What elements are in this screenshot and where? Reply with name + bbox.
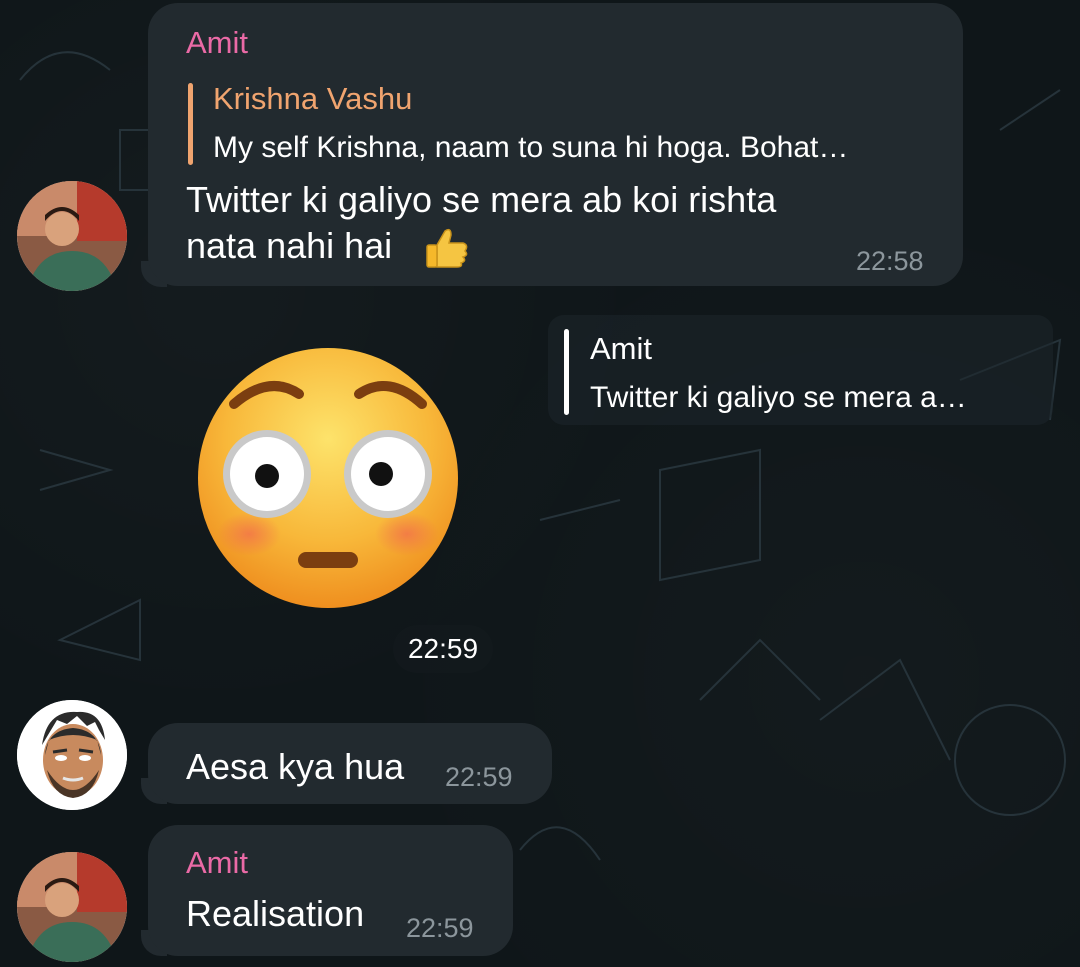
avatar[interactable] bbox=[17, 852, 127, 962]
reply-quote-name[interactable]: Krishna Vashu bbox=[213, 81, 412, 117]
amit-avatar-photo bbox=[17, 852, 127, 962]
bitmoji-avatar bbox=[17, 700, 127, 810]
avatar[interactable] bbox=[17, 181, 127, 291]
message-bubble[interactable]: Amit Realisation 22:59 bbox=[148, 825, 513, 956]
reply-quote-bar bbox=[188, 83, 193, 165]
message-bubble[interactable]: Aesa kya hua 22:59 bbox=[148, 723, 552, 804]
thumbs-up-icon bbox=[426, 228, 468, 268]
reply-preview[interactable]: Amit Twitter ki galiyo se mera a… bbox=[548, 315, 1053, 425]
sender-name[interactable]: Amit bbox=[186, 845, 248, 881]
message-text: Aesa kya hua bbox=[186, 746, 405, 787]
amit-avatar-photo bbox=[17, 181, 127, 291]
message-text-line: nata nahi hai bbox=[186, 225, 393, 266]
reply-quote-name[interactable]: Amit bbox=[590, 331, 652, 367]
message-bubble[interactable]: Amit Krishna Vashu My self Krishna, naam… bbox=[148, 3, 963, 286]
message-text-line: Twitter ki galiyo se mera ab koi rishta bbox=[186, 179, 777, 220]
reply-quote-bar bbox=[564, 329, 569, 415]
avatar[interactable] bbox=[17, 700, 127, 810]
message-time: 22:59 bbox=[445, 762, 513, 792]
message-time: 22:59 bbox=[406, 913, 474, 943]
message-time: 22:58 bbox=[856, 246, 924, 276]
chat-view[interactable]: Amit Krishna Vashu My self Krishna, naam… bbox=[0, 0, 1080, 967]
flushed-face-icon[interactable] bbox=[194, 344, 462, 612]
reply-quote-text[interactable]: Twitter ki galiyo se mera a… bbox=[590, 381, 967, 415]
message-time: 22:59 bbox=[393, 625, 493, 673]
message-text: Realisation bbox=[186, 893, 365, 934]
reply-quote-text[interactable]: My self Krishna, naam to suna hi hoga. B… bbox=[213, 131, 848, 165]
sender-name[interactable]: Amit bbox=[186, 25, 248, 61]
